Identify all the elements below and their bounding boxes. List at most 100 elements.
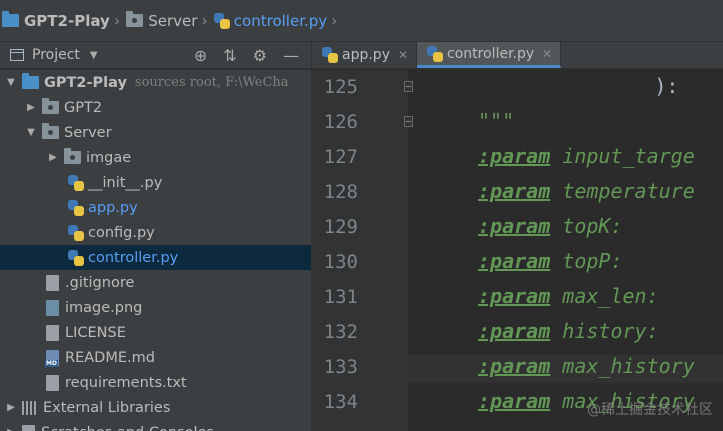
fold-marker-icon[interactable] bbox=[404, 81, 413, 92]
code-text: """ bbox=[478, 109, 515, 133]
tree-item-label: image.png bbox=[65, 299, 143, 316]
tree-item-meta: sources root, F:\WeCha bbox=[134, 75, 289, 90]
breadcrumb-server-label: Server bbox=[148, 11, 198, 30]
gear-icon[interactable]: ⚙ bbox=[253, 46, 267, 65]
doc-param-name: max_history bbox=[562, 354, 695, 378]
doc-param-name: topK: bbox=[562, 214, 623, 238]
code-line: :param topP: bbox=[478, 249, 623, 273]
scratch-icon bbox=[22, 424, 35, 431]
tree-item-label: controller.py bbox=[88, 249, 179, 266]
tree-item[interactable]: LICENSE bbox=[0, 320, 311, 345]
doc-param-tag: :param bbox=[478, 354, 551, 378]
code-text: ): bbox=[558, 74, 679, 98]
tree-item-label: app.py bbox=[88, 199, 138, 216]
close-icon[interactable]: ✕ bbox=[398, 48, 408, 62]
chevron-right-icon: › bbox=[201, 11, 208, 30]
tree-item[interactable]: ▶ GPT2 bbox=[0, 95, 311, 120]
library-icon bbox=[22, 400, 37, 415]
breadcrumb-project-label: GPT2-Play bbox=[24, 11, 110, 30]
doc-param-tag: :param bbox=[478, 319, 551, 343]
expand-arrow-right-icon[interactable]: ▶ bbox=[24, 102, 38, 113]
watermark: @稀土掘金技术社区 bbox=[587, 402, 713, 418]
folder-icon bbox=[2, 11, 19, 27]
close-icon[interactable]: ✕ bbox=[542, 47, 552, 61]
code-line: :param max_len: bbox=[478, 284, 659, 308]
doc-param-tag: :param bbox=[478, 214, 551, 238]
tree-item[interactable]: controller.py bbox=[0, 245, 311, 270]
expand-arrow-right-icon[interactable]: ▶ bbox=[4, 427, 18, 431]
tree-item[interactable]: ▼ Server bbox=[0, 120, 311, 145]
tree-item[interactable]: app.py bbox=[0, 195, 311, 220]
folder-icon bbox=[126, 11, 144, 27]
line-number: 128 bbox=[323, 181, 358, 203]
tab-controller-py[interactable]: controller.py ✕ bbox=[417, 42, 562, 68]
doc-param-name: temperature bbox=[562, 179, 695, 203]
folder-icon bbox=[42, 123, 59, 139]
tree-item-label: config.py bbox=[88, 224, 155, 241]
breadcrumb-project[interactable]: GPT2-Play bbox=[2, 11, 110, 30]
doc-param-name: history: bbox=[562, 319, 659, 343]
line-number: 134 bbox=[323, 391, 358, 413]
expand-arrow-down-icon[interactable]: ▼ bbox=[4, 77, 18, 88]
breadcrumb-file[interactable]: controller.py bbox=[213, 11, 328, 30]
code-line: :param max_history bbox=[478, 354, 695, 378]
collapse-all-icon[interactable]: ⇅ bbox=[223, 46, 236, 65]
tree-item-label: GPT2-Play bbox=[44, 74, 127, 91]
tab-app-py[interactable]: app.py ✕ bbox=[312, 42, 418, 68]
line-number: 130 bbox=[323, 251, 358, 273]
editor-tabs: app.py ✕ controller.py ✕ bbox=[312, 42, 723, 69]
python-file-icon bbox=[213, 12, 230, 29]
python-file-icon bbox=[322, 47, 338, 63]
doc-param-name: input_targe bbox=[562, 144, 695, 168]
tree-item-label: imgae bbox=[86, 149, 132, 166]
file-icon bbox=[46, 324, 59, 341]
expand-arrow-down-icon[interactable]: ▼ bbox=[24, 127, 38, 138]
python-file-icon bbox=[68, 199, 84, 216]
line-number: 127 bbox=[323, 146, 358, 168]
folder-icon bbox=[42, 98, 59, 114]
minimize-icon[interactable]: — bbox=[283, 46, 299, 65]
tree-item[interactable]: config.py bbox=[0, 220, 311, 245]
line-number: 131 bbox=[323, 286, 358, 308]
tree-item-label: External Libraries bbox=[43, 399, 171, 416]
tree-item[interactable]: __init__.py bbox=[0, 170, 311, 195]
chevron-down-icon: ▼ bbox=[89, 49, 98, 61]
tree-item[interactable]: ▼ GPT2-Play sources root, F:\WeCha bbox=[0, 70, 311, 95]
doc-param-tag: :param bbox=[478, 284, 551, 308]
tree-item[interactable]: .gitignore bbox=[0, 270, 311, 295]
tree-item-label: __init__.py bbox=[88, 174, 163, 191]
doc-param-tag: :param bbox=[478, 389, 551, 413]
tree-item[interactable]: README.md bbox=[0, 345, 311, 370]
line-number: 126 bbox=[323, 111, 358, 133]
tab-label: controller.py bbox=[447, 45, 535, 62]
folder-icon bbox=[64, 148, 81, 164]
chevron-right-icon: › bbox=[331, 11, 338, 30]
tree-item-label: .gitignore bbox=[65, 274, 135, 291]
tree-item[interactable]: ▶ External Libraries bbox=[0, 395, 311, 420]
expand-arrow-right-icon[interactable]: ▶ bbox=[4, 402, 18, 413]
locate-icon[interactable]: ⊕ bbox=[194, 46, 207, 65]
code-line: :param topK: bbox=[478, 214, 623, 238]
tree-item[interactable]: image.png bbox=[0, 295, 311, 320]
tree-item[interactable]: ▶ imgae bbox=[0, 145, 311, 170]
breadcrumb-file-label: controller.py bbox=[233, 11, 328, 30]
python-file-icon bbox=[68, 249, 84, 266]
folder-icon bbox=[22, 73, 39, 89]
python-file-icon bbox=[68, 174, 84, 191]
fold-marker-icon[interactable] bbox=[404, 116, 413, 127]
tree-item[interactable]: ▶ Scratches and Consoles bbox=[0, 420, 311, 431]
image-file-icon bbox=[46, 299, 59, 316]
tab-label: app.py bbox=[342, 47, 390, 63]
project-panel-title: Project bbox=[32, 47, 80, 63]
code-line: ): bbox=[558, 74, 678, 98]
project-panel-header: Project ▼ ⊕ ⇅ ⚙ — bbox=[0, 42, 311, 69]
code-line: :param history: bbox=[478, 319, 659, 343]
breadcrumb-server[interactable]: Server bbox=[126, 11, 198, 30]
python-file-icon bbox=[68, 224, 84, 241]
tree-item[interactable]: requirements.txt bbox=[0, 370, 311, 395]
tree-item-label: GPT2 bbox=[64, 99, 103, 116]
tree-item-label: requirements.txt bbox=[65, 374, 187, 391]
expand-arrow-right-icon[interactable]: ▶ bbox=[46, 152, 60, 163]
project-view-selector[interactable]: Project ▼ bbox=[0, 47, 98, 63]
tree-item-label: README.md bbox=[65, 349, 155, 366]
